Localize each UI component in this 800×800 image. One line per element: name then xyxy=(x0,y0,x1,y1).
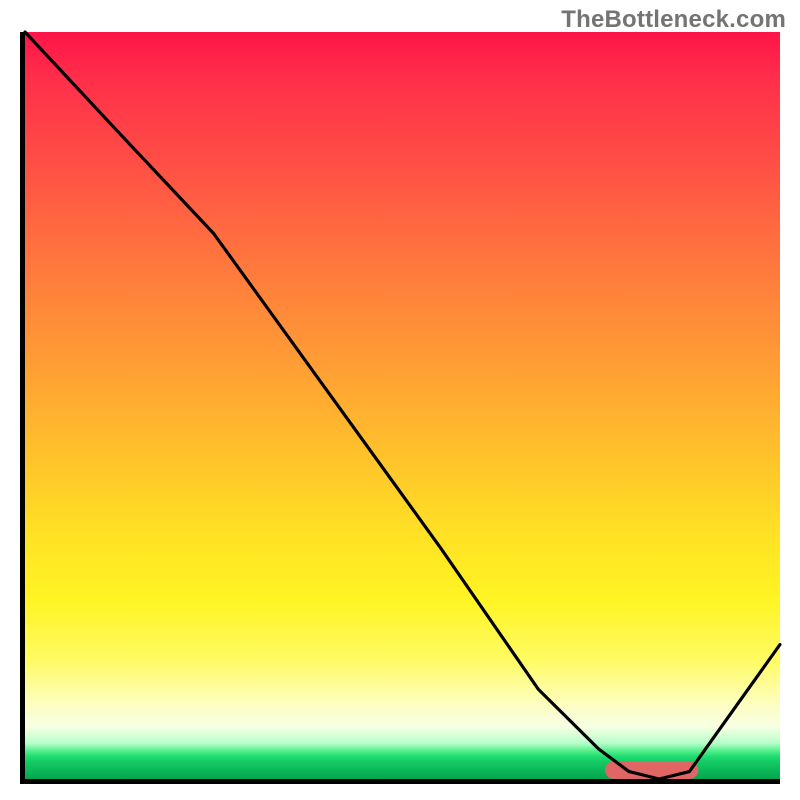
chart-overlay xyxy=(25,32,780,779)
watermark-text: TheBottleneck.com xyxy=(561,6,786,34)
chart-stage: TheBottleneck.com xyxy=(0,0,800,800)
curve-line xyxy=(25,32,780,779)
plot-area xyxy=(20,32,780,784)
